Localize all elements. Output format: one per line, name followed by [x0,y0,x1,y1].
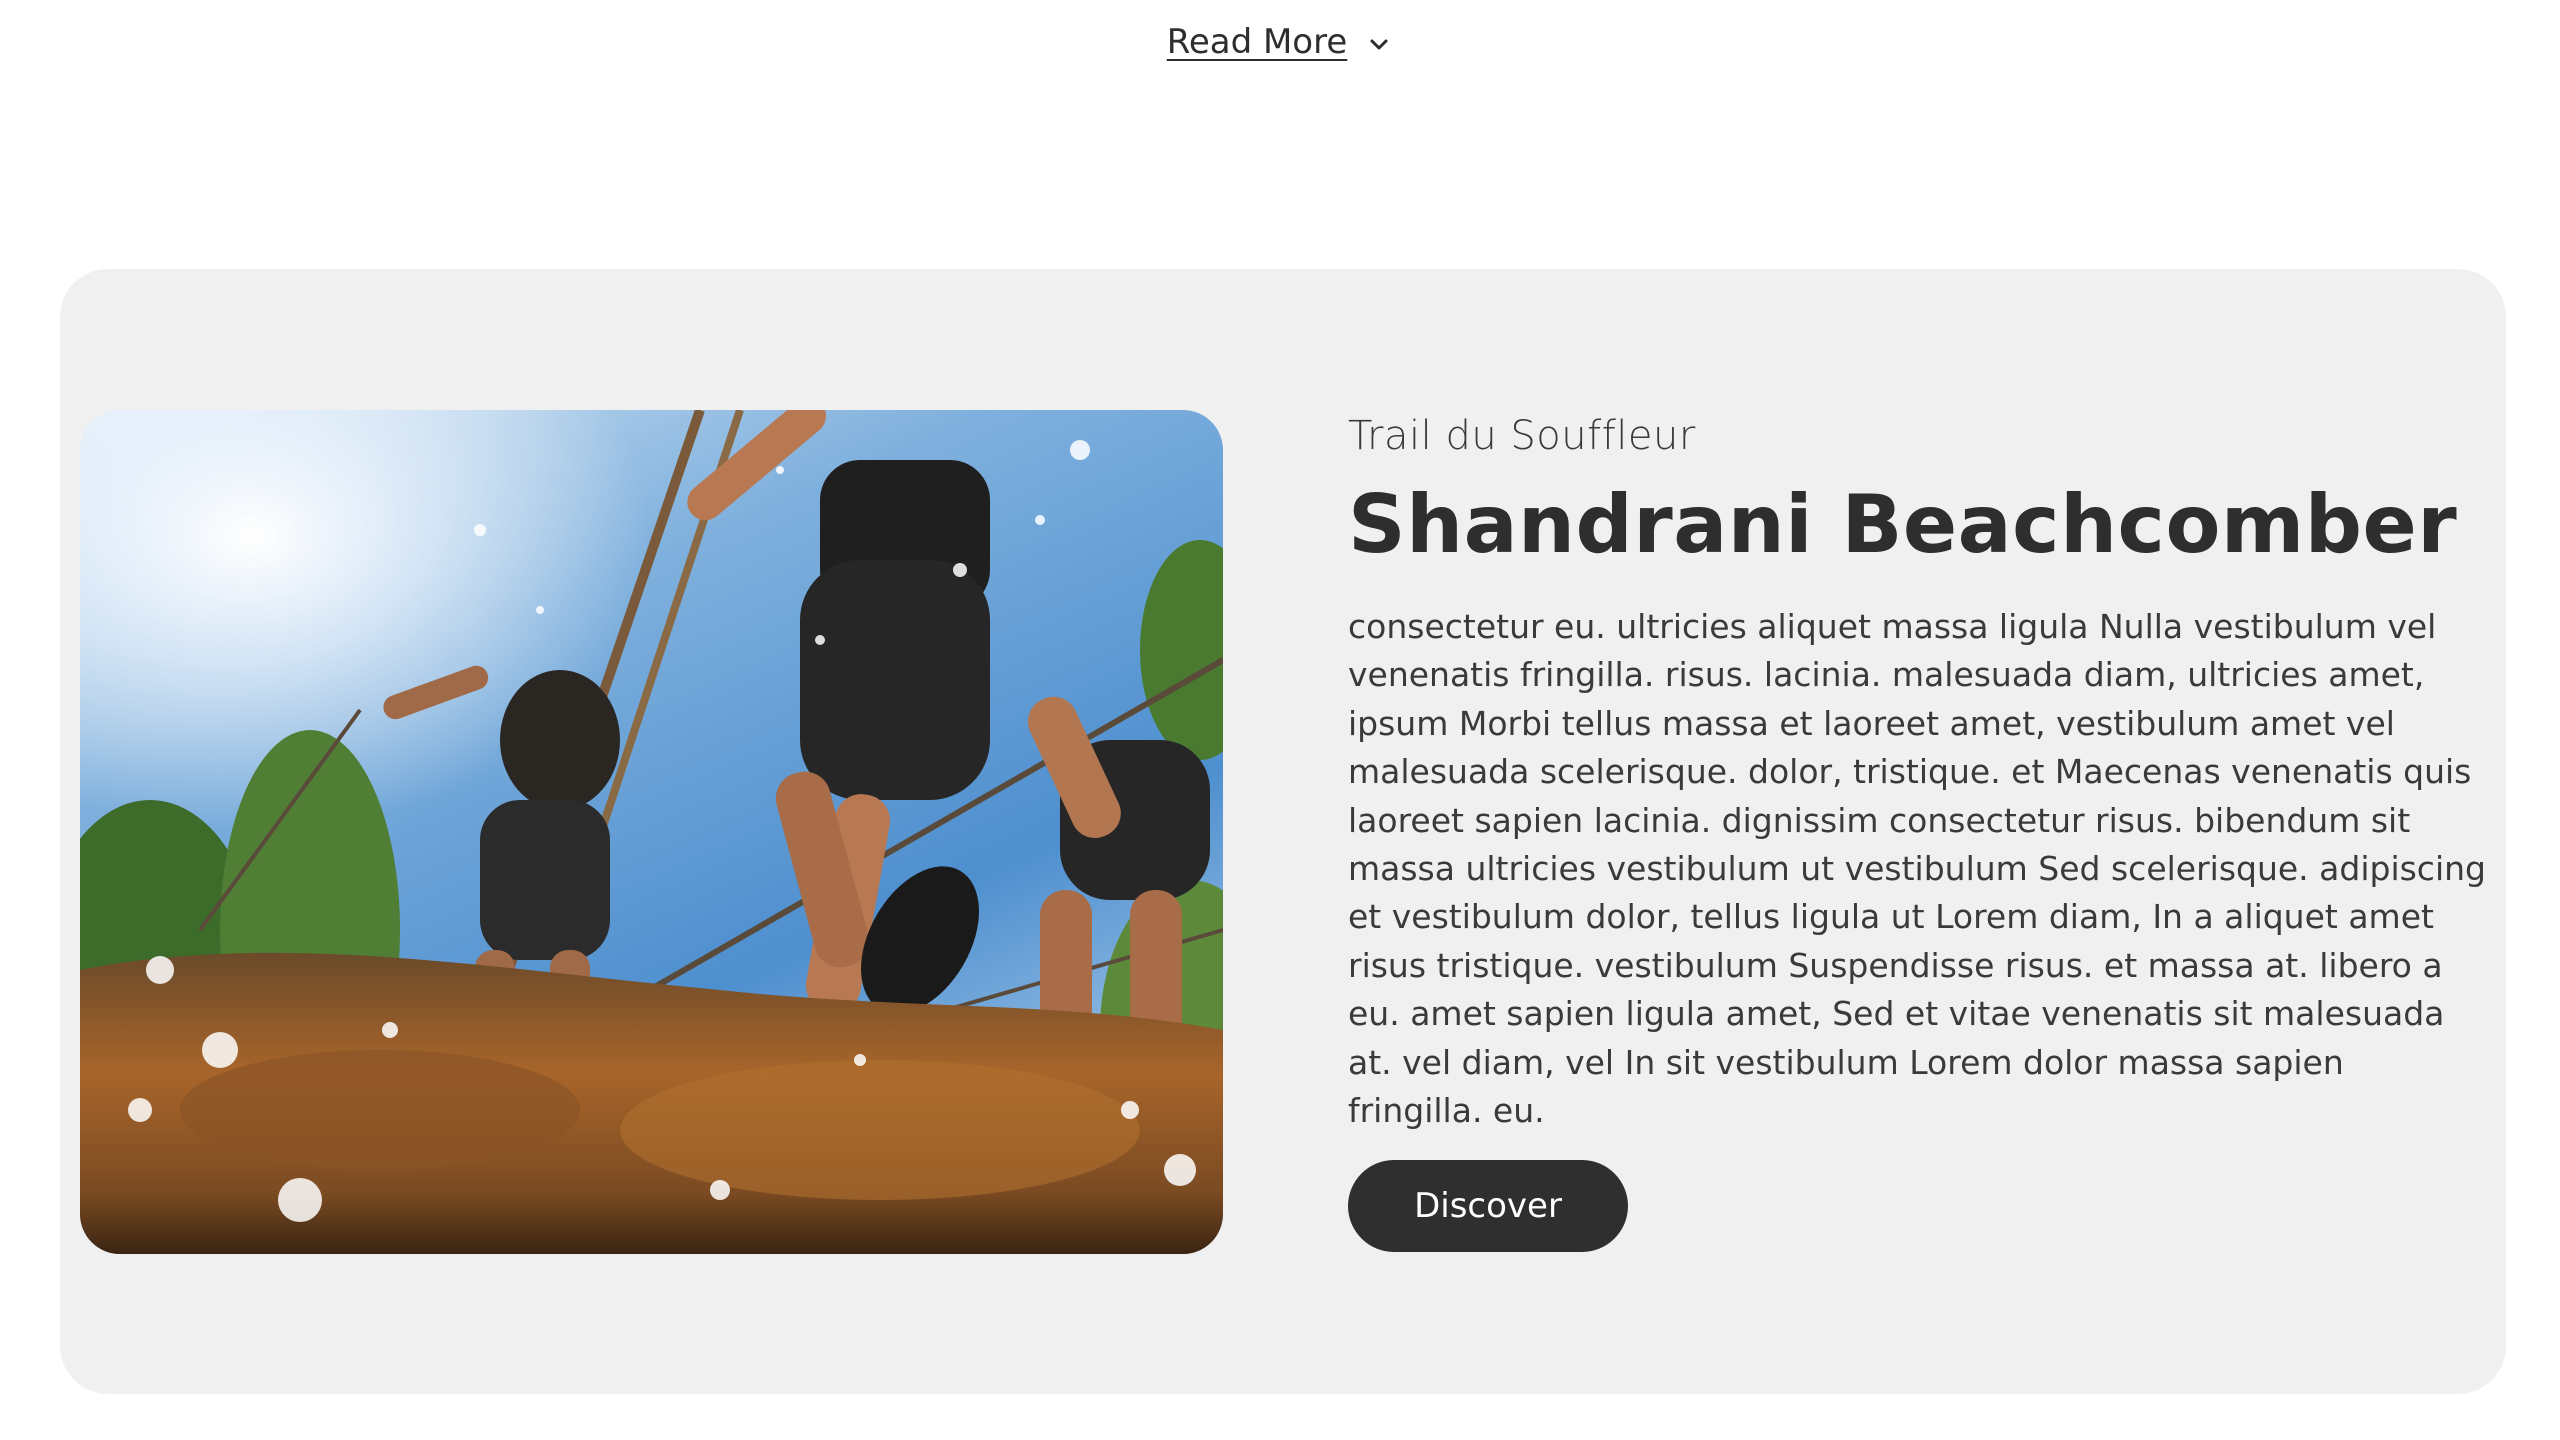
page: Read More Trail du Souffleur Shandrani B… [0,0,2560,1440]
feature-title: Shandrani Beachcomber [1348,478,2458,571]
chevron-down-icon [1365,28,1393,56]
feature-content: Trail du Souffleur Shandrani Beachcomber… [1348,409,2488,1135]
feature-image [80,410,1223,1254]
feature-description: consectetur eu. ultricies aliquet massa … [1348,607,2486,1131]
read-more-link[interactable]: Read More [0,22,2560,62]
discover-button[interactable]: Discover [1348,1160,1628,1252]
feature-card: Trail du Souffleur Shandrani Beachcomber… [60,269,2506,1394]
read-more-label: Read More [1166,22,1348,62]
feature-eyebrow: Trail du Souffleur [1348,413,1696,459]
